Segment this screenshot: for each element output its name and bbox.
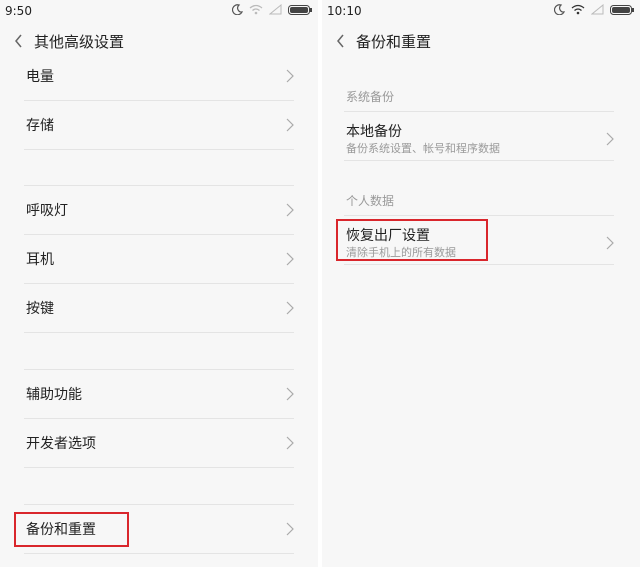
- signal-icon: [591, 4, 604, 15]
- battery-icon: [288, 4, 312, 15]
- chevron-right-icon: [606, 132, 614, 146]
- chevron-right-icon: [286, 301, 294, 315]
- chevron-right-icon: [286, 118, 294, 132]
- chevron-right-icon: [286, 387, 294, 401]
- status-bar: 9:50: [0, 0, 318, 24]
- page-title: 备份和重置: [356, 33, 432, 51]
- highlight-box-factory-reset: [336, 219, 488, 261]
- wifi-icon: [571, 4, 585, 15]
- chevron-right-icon: [286, 522, 294, 536]
- settings-row-storage[interactable]: 存储: [24, 101, 294, 150]
- chevron-right-icon: [286, 203, 294, 217]
- chevron-right-icon: [286, 436, 294, 450]
- chevron-right-icon: [606, 236, 614, 250]
- wifi-icon: [249, 4, 263, 15]
- back-arrow-icon[interactable]: [334, 32, 348, 50]
- moon-icon: [232, 4, 243, 15]
- settings-row-accessibility[interactable]: 辅助功能: [24, 370, 294, 419]
- local-backup-row[interactable]: 本地备份 备份系统设置、帐号和程序数据: [344, 112, 614, 161]
- status-time: 9:50: [5, 4, 32, 18]
- row-subtitle: 备份系统设置、帐号和程序数据: [346, 142, 500, 155]
- row-label: 辅助功能: [26, 387, 82, 403]
- chevron-right-icon: [286, 69, 294, 83]
- battery-icon: [610, 4, 634, 15]
- row-label: 按键: [26, 301, 54, 317]
- row-label: 耳机: [26, 252, 54, 268]
- settings-row-headphones[interactable]: 耳机: [24, 235, 294, 284]
- page-title: 其他高级设置: [34, 33, 125, 51]
- status-icons: [554, 4, 634, 15]
- row-label: 存储: [26, 118, 54, 134]
- status-time: 10:10: [327, 4, 362, 18]
- signal-icon: [269, 4, 282, 15]
- back-arrow-icon[interactable]: [12, 32, 26, 50]
- section-header-personal-data: 个人数据: [346, 194, 395, 208]
- settings-row-buttons[interactable]: 按键: [24, 284, 294, 333]
- row-title: 本地备份: [346, 124, 402, 140]
- left-phone-screen: 9:50 其他高级设置 电量 存储 呼吸灯 耳机 按键 辅助功能 开发者选项 备…: [0, 0, 318, 567]
- status-bar: 10:10: [322, 0, 640, 24]
- status-icons: [232, 4, 312, 15]
- moon-icon: [554, 4, 565, 15]
- chevron-right-icon: [286, 252, 294, 266]
- row-label: 电量: [26, 69, 54, 85]
- right-phone-screen: 10:10 备份和重置 系统备份 本地备份 备份系统设置、帐号和程序数据 个人数…: [322, 0, 640, 567]
- settings-row-battery[interactable]: 电量: [24, 52, 294, 101]
- row-label: 开发者选项: [26, 436, 96, 452]
- highlight-box-backup-reset: [14, 512, 129, 547]
- settings-row-developer-options[interactable]: 开发者选项: [24, 419, 294, 468]
- nav-bar: 备份和重置: [322, 24, 640, 58]
- section-header-system-backup: 系统备份: [346, 90, 395, 104]
- row-label: 呼吸灯: [26, 203, 68, 219]
- settings-row-notification-light[interactable]: 呼吸灯: [24, 186, 294, 235]
